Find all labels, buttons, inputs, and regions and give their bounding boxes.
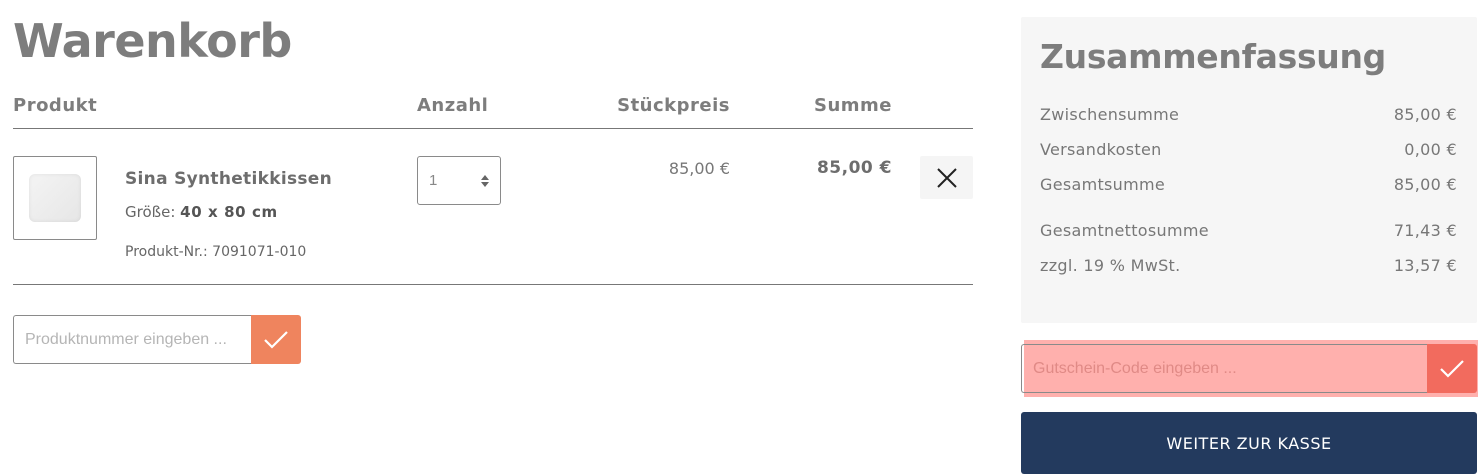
product-size-value: 40 x 80 cm bbox=[180, 203, 278, 221]
column-header-unit-price: Stückpreis bbox=[617, 95, 730, 116]
coupon-input[interactable] bbox=[1021, 344, 1427, 393]
add-product-button[interactable] bbox=[251, 315, 301, 364]
coupon-form bbox=[1021, 344, 1477, 393]
checkmark-icon bbox=[264, 330, 288, 349]
remove-item-button[interactable] bbox=[920, 156, 973, 199]
summary-title: Zusammenfassung bbox=[1040, 37, 1386, 76]
summary-label: Gesamtsumme bbox=[1040, 175, 1166, 194]
summary-value: 71,43 € bbox=[1393, 221, 1457, 240]
summary-value: 85,00 € bbox=[1393, 175, 1457, 194]
summary-row-shipping: Versandkosten 0,00 € bbox=[1040, 140, 1457, 159]
summary-row-total: Gesamtsumme 85,00 € bbox=[1040, 175, 1457, 194]
quantity-select[interactable]: 1 bbox=[417, 156, 501, 205]
quantity-value: 1 bbox=[429, 172, 438, 189]
summary-label: Versandkosten bbox=[1040, 140, 1162, 159]
page-title: Warenkorb bbox=[13, 14, 292, 68]
pillow-image bbox=[29, 174, 81, 222]
product-size-label: Größe: bbox=[125, 203, 176, 221]
product-size: Größe: 40 x 80 cm bbox=[125, 203, 278, 221]
summary-value: 0,00 € bbox=[1404, 140, 1457, 159]
summary-row-net-total: Gesamtnettosumme 71,43 € bbox=[1040, 221, 1457, 240]
product-number-form bbox=[13, 315, 301, 364]
summary-value: 13,57 € bbox=[1393, 256, 1457, 275]
table-divider bbox=[13, 284, 973, 285]
product-name[interactable]: Sina Synthetikkissen bbox=[125, 169, 332, 189]
select-arrows-icon bbox=[481, 174, 489, 187]
summary-label: zzgl. 19 % MwSt. bbox=[1040, 256, 1181, 275]
product-thumbnail[interactable] bbox=[13, 156, 97, 240]
checkout-button[interactable]: WEITER ZUR KASSE bbox=[1021, 412, 1477, 474]
table-divider bbox=[13, 128, 973, 129]
summary-label: Zwischensumme bbox=[1040, 105, 1180, 124]
summary-row-subtotal: Zwischensumme 85,00 € bbox=[1040, 105, 1457, 124]
product-number-input[interactable] bbox=[13, 315, 251, 364]
column-header-quantity: Anzahl bbox=[417, 95, 489, 116]
summary-label: Gesamtnettosumme bbox=[1040, 221, 1209, 240]
product-number: Produkt-Nr.: 7091071-010 bbox=[125, 244, 307, 260]
column-header-total: Summe bbox=[814, 95, 892, 116]
summary-row-vat: zzgl. 19 % MwSt. 13,57 € bbox=[1040, 256, 1457, 275]
close-icon bbox=[936, 167, 957, 188]
unit-price: 85,00 € bbox=[668, 159, 730, 178]
apply-coupon-button[interactable] bbox=[1427, 344, 1477, 393]
checkmark-icon bbox=[1440, 359, 1464, 378]
column-header-product: Produkt bbox=[13, 95, 98, 116]
line-total: 85,00 € bbox=[816, 158, 892, 178]
summary-value: 85,00 € bbox=[1393, 105, 1457, 124]
order-summary: Zusammenfassung Zwischensumme 85,00 € Ve… bbox=[1021, 17, 1477, 323]
